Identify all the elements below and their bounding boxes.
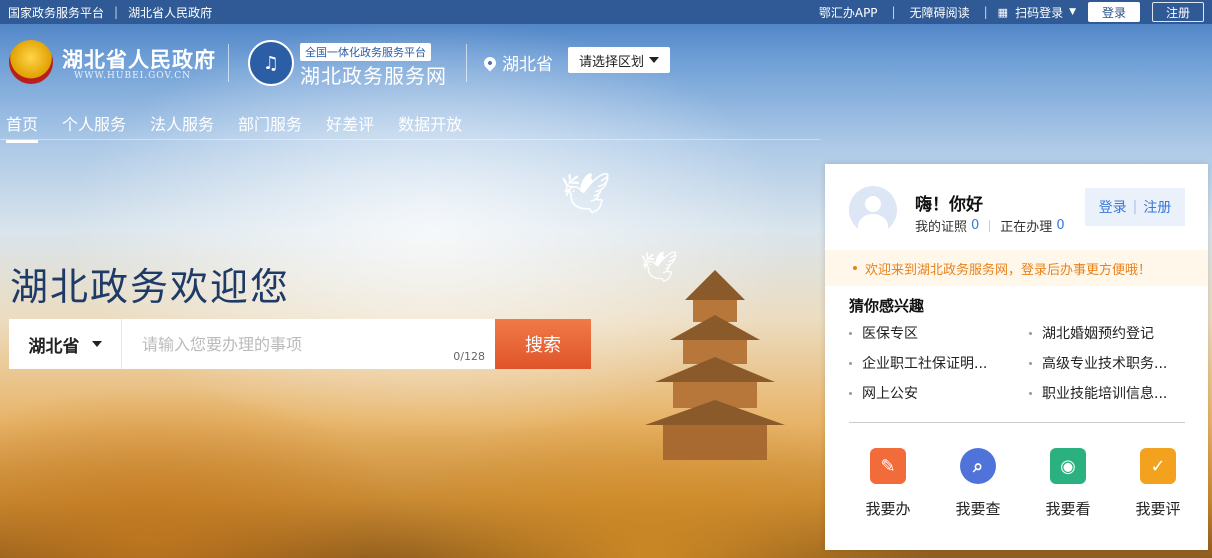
search-bar: 湖北省 0/128 搜索: [9, 319, 591, 369]
greeting: 嗨！你好: [915, 195, 983, 215]
nav-item-open-data[interactable]: 数据开放: [398, 111, 462, 141]
service-title[interactable]: 湖北政务服务网: [300, 60, 447, 89]
location-pin-icon: [481, 54, 499, 71]
guess-item[interactable]: 医保专区: [849, 324, 1029, 342]
nav-item-legal-person[interactable]: 法人服务: [150, 111, 214, 141]
guess-item[interactable]: 网上公安: [849, 384, 1029, 402]
avatar-body-icon: [858, 214, 888, 234]
avatar-head-icon: [865, 196, 881, 212]
welcome-notice: 欢迎来到湖北政务服务网，登录后办事更方便哦！: [825, 250, 1208, 286]
panel-login-link[interactable]: 登录: [1099, 197, 1127, 217]
link-scan-login[interactable]: 扫码登录: [1015, 4, 1063, 21]
header-divider: [228, 44, 229, 82]
my-certs-label[interactable]: 我的证照: [915, 216, 967, 235]
divider: |: [891, 5, 896, 19]
action-label: 我要查: [955, 500, 1001, 518]
province-select[interactable]: 湖北省: [9, 319, 122, 369]
action-handle-button[interactable]: ✎ 我要办: [853, 448, 923, 519]
guess-list: 医保专区 湖北婚姻预约登记 企业职工社保证明... 高级专业技术职务... 网上…: [849, 324, 1189, 402]
my-certs-count[interactable]: 0: [971, 218, 979, 233]
location: 湖北省: [481, 50, 553, 75]
user-panel: 嗨！你好 我的证照 0 正在办理 0 登录 | 注册 欢迎来到湖北政务服务网，登…: [825, 164, 1208, 550]
region-select-label: 请选择区划: [578, 54, 644, 70]
chevron-down-icon: [649, 57, 659, 63]
in-progress-count[interactable]: 0: [1056, 218, 1064, 233]
handle-icon: ✎: [870, 448, 906, 484]
divider: |: [983, 5, 988, 19]
quick-actions: ✎ 我要办 ⌕ 我要查 ◉ 我要看 ✓ 我要评: [853, 448, 1193, 519]
action-label: 我要评: [1135, 500, 1181, 518]
nav-item-departments[interactable]: 部门服务: [238, 111, 302, 141]
view-icon: ◉: [1050, 448, 1086, 484]
nav-item-personal[interactable]: 个人服务: [62, 111, 126, 141]
main-nav: 首页 个人服务 法人服务 部门服务 好差评 数据开放: [6, 111, 486, 143]
divider: |: [1132, 199, 1138, 215]
bullet-icon: [1029, 361, 1032, 365]
guess-item[interactable]: 高级专业技术职务...: [1029, 354, 1189, 372]
top-bar: 国家政务服务平台 | 湖北省人民政府 鄂汇办APP | 无障碍阅读 | ▦ 扫码…: [0, 0, 1212, 24]
in-progress-label[interactable]: 正在办理: [1000, 216, 1052, 235]
guess-item-label: 企业职工社保证明...: [862, 356, 988, 372]
search-input[interactable]: [122, 319, 495, 369]
search-icon: ⌕: [960, 448, 996, 484]
crane-bird-image: 🕊: [640, 250, 679, 285]
region-select[interactable]: 请选择区划: [568, 47, 670, 73]
divider: |: [114, 5, 119, 19]
action-comment-button[interactable]: ✓ 我要评: [1123, 448, 1193, 519]
service-logo-icon: ♫: [248, 40, 294, 86]
panel-divider: [849, 422, 1185, 423]
location-label: 湖北省: [502, 55, 553, 75]
avatar: [849, 186, 897, 234]
yellow-crane-tower-image: [645, 270, 785, 460]
char-count: 0/128: [453, 350, 485, 363]
action-label: 我要办: [865, 500, 911, 518]
guess-item-label: 湖北婚姻预约登记: [1042, 326, 1154, 342]
crane-bird-image: 🕊: [560, 171, 611, 217]
action-view-button[interactable]: ◉ 我要看: [1033, 448, 1103, 519]
notice-text: 欢迎来到湖北政务服务网，登录后办事更方便哦！: [865, 262, 1152, 278]
bullet-icon: [1029, 391, 1032, 395]
nav-item-home[interactable]: 首页: [6, 111, 39, 143]
nav-item-evaluation[interactable]: 好差评: [326, 111, 374, 141]
guess-item[interactable]: 湖北婚姻预约登记: [1029, 324, 1189, 342]
guess-item[interactable]: 职业技能培训信息...: [1029, 384, 1189, 402]
user-stats: 我的证照 0 正在办理 0: [915, 216, 1065, 235]
divider: [989, 219, 991, 232]
national-emblem-icon: [9, 40, 53, 84]
hero-title: 湖北政务欢迎您: [10, 265, 291, 309]
header-divider: [466, 44, 467, 82]
guess-item-label: 网上公安: [862, 386, 918, 402]
topbar-register-button[interactable]: 注册: [1152, 2, 1204, 22]
guess-item-label: 高级专业技术职务...: [1042, 356, 1168, 372]
link-hubei-gov[interactable]: 湖北省人民政府: [128, 4, 212, 21]
guess-item-label: 医保专区: [862, 326, 918, 342]
panel-register-link[interactable]: 注册: [1143, 197, 1171, 217]
guess-item-label: 职业技能培训信息...: [1042, 386, 1168, 402]
bullet-icon: [1029, 331, 1032, 335]
nav-divider: [0, 139, 820, 140]
chevron-down-icon: ▼: [1069, 7, 1076, 17]
chevron-down-icon: [91, 341, 102, 347]
bullet-icon: [849, 361, 852, 365]
gov-url: WWW.HUBEI.GOV.CN: [74, 71, 192, 81]
comment-icon: ✓: [1140, 448, 1176, 484]
bullet-icon: [849, 391, 852, 395]
service-tag: 全国一体化政务服务平台: [300, 43, 431, 61]
link-national-platform[interactable]: 国家政务服务平台: [8, 4, 104, 21]
guess-item[interactable]: 企业职工社保证明...: [849, 354, 1029, 372]
search-input-wrap: 0/128: [122, 319, 495, 369]
action-label: 我要看: [1045, 500, 1091, 518]
bullet-icon: [853, 266, 857, 270]
bullet-icon: [849, 331, 852, 335]
action-query-button[interactable]: ⌕ 我要查: [943, 448, 1013, 519]
auth-box: 登录 | 注册: [1085, 188, 1185, 226]
province-select-label: 湖北省: [28, 336, 80, 357]
guess-title: 猜你感兴趣: [849, 297, 925, 315]
link-ehuiban-app[interactable]: 鄂汇办APP: [819, 4, 878, 21]
link-accessibility[interactable]: 无障碍阅读: [910, 4, 970, 21]
search-button[interactable]: 搜索: [495, 319, 591, 369]
qr-icon: ▦: [997, 5, 1009, 19]
topbar-login-button[interactable]: 登录: [1088, 2, 1140, 22]
gov-title[interactable]: 湖北省人民政府: [62, 44, 216, 74]
